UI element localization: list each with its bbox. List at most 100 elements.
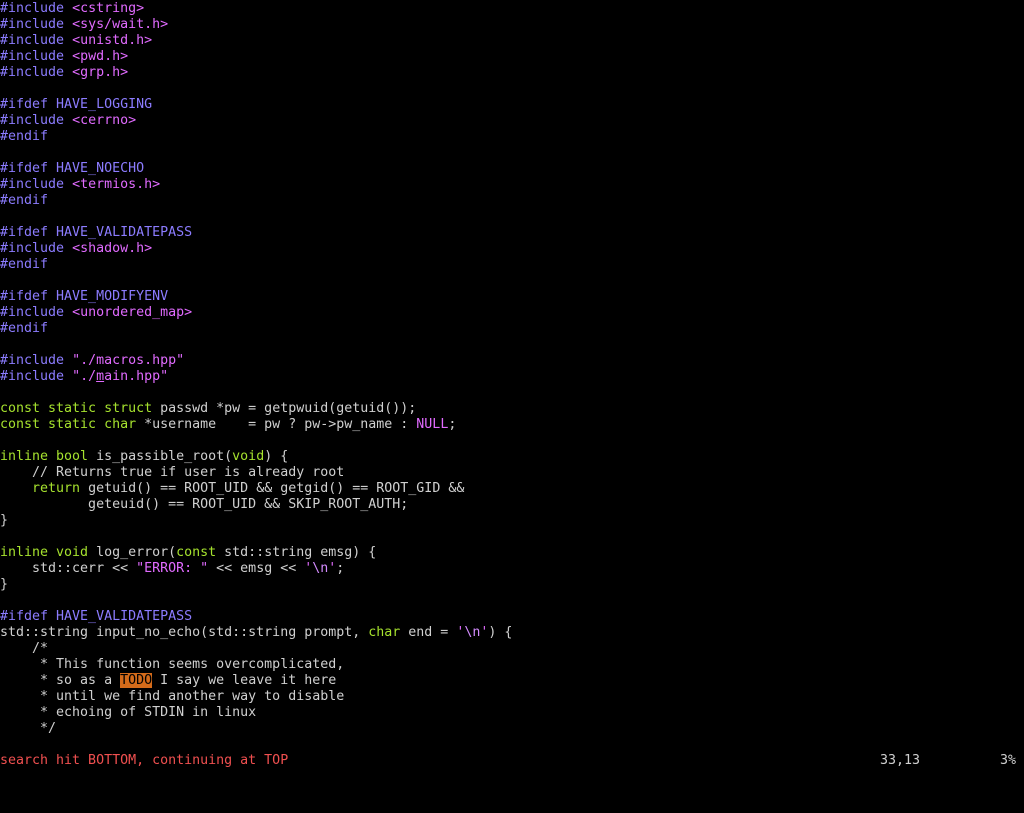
- code-line[interactable]: [0, 81, 1024, 97]
- code-line[interactable]: inline bool is_passible_root(void) {: [0, 449, 1024, 465]
- preprocessor-token: #ifdef HAVE_LOGGING: [0, 97, 153, 112]
- code-line[interactable]: * so as a TODO I say we leave it here: [0, 673, 1024, 689]
- code-text: ) {: [488, 625, 513, 640]
- code-line[interactable]: #include <termios.h>: [0, 177, 1024, 193]
- comment-token: */: [0, 721, 57, 736]
- keyword-token: const static char: [0, 417, 137, 432]
- code-line[interactable]: #include <grp.h>: [0, 65, 1024, 81]
- code-line[interactable]: #ifdef HAVE_MODIFYENV: [0, 289, 1024, 305]
- code-line[interactable]: * echoing of STDIN in linux: [0, 705, 1024, 721]
- escape-token: \n: [312, 561, 329, 576]
- status-message: search hit BOTTOM, continuing at TOP: [0, 753, 289, 768]
- preprocessor-token: #include: [0, 33, 73, 48]
- preprocessor-token: #endif: [0, 129, 49, 144]
- code-line[interactable]: return getuid() == ROOT_UID && getgid() …: [0, 481, 1024, 497]
- code-line[interactable]: [0, 433, 1024, 449]
- code-line[interactable]: #endif: [0, 193, 1024, 209]
- keyword-token: const static struct: [0, 401, 153, 416]
- preprocessor-token: #ifdef HAVE_NOECHO: [0, 161, 145, 176]
- preprocessor-token: #include: [0, 305, 73, 320]
- code-line[interactable]: [0, 385, 1024, 401]
- code-line[interactable]: std::cerr << "ERROR: " << emsg << '\n';: [0, 561, 1024, 577]
- status-bar: search hit BOTTOM, continuing at TOP 33,…: [0, 753, 1024, 768]
- string-token: NULL: [416, 417, 449, 432]
- keyword-token: return: [32, 481, 81, 496]
- preprocessor-token: #ifdef HAVE_MODIFYENV: [0, 289, 169, 304]
- code-line[interactable]: #include "./macros.hpp": [0, 353, 1024, 369]
- code-line[interactable]: #include <unordered_map>: [0, 305, 1024, 321]
- code-text: << emsg <<: [208, 561, 305, 576]
- code-editor[interactable]: #include <cstring> #include <sys/wait.h> #…: [0, 1, 1024, 753]
- code-line[interactable]: }: [0, 513, 1024, 529]
- code-line[interactable]: #include "./main.hpp": [0, 369, 1024, 385]
- escape-token: \n: [464, 625, 481, 640]
- string-token: ain.hpp": [104, 369, 169, 384]
- string-token: <shadow.h>: [72, 241, 153, 256]
- code-line[interactable]: [0, 593, 1024, 609]
- scroll-percent: 3%: [999, 753, 1016, 768]
- code-line[interactable]: #include <sys/wait.h>: [0, 17, 1024, 33]
- keyword-token: inline void: [0, 545, 89, 560]
- code-line[interactable]: [0, 209, 1024, 225]
- code-line[interactable]: inline void log_error(const std::string …: [0, 545, 1024, 561]
- code-line[interactable]: * until we find another way to disable: [0, 689, 1024, 705]
- cursor-position: 33,13: [880, 753, 921, 768]
- code-line[interactable]: #include <unistd.h>: [0, 33, 1024, 49]
- preprocessor-token: #endif: [0, 257, 49, 272]
- code-line[interactable]: std::string input_no_echo(std::string pr…: [0, 625, 1024, 641]
- code-line[interactable]: #include <shadow.h>: [0, 241, 1024, 257]
- code-text: ;: [448, 417, 457, 432]
- code-line[interactable]: */: [0, 721, 1024, 737]
- code-line[interactable]: #ifdef HAVE_VALIDATEPASS: [0, 609, 1024, 625]
- string-token: "ERROR: ": [136, 561, 209, 576]
- code-line[interactable]: [0, 273, 1024, 289]
- code-text: log_error(: [88, 545, 177, 560]
- code-text: *username = pw ? pw->pw_name :: [136, 417, 417, 432]
- code-line[interactable]: #ifdef HAVE_LOGGING: [0, 97, 1024, 113]
- code-line[interactable]: #endif: [0, 257, 1024, 273]
- code-line[interactable]: #ifdef HAVE_NOECHO: [0, 161, 1024, 177]
- string-token: "./macros.hpp": [72, 353, 185, 368]
- text-cursor: m: [96, 369, 105, 384]
- string-token: <termios.h>: [72, 177, 161, 192]
- comment-token: /*: [0, 641, 49, 656]
- preprocessor-token: #endif: [0, 193, 49, 208]
- code-text: std::string emsg) {: [216, 545, 377, 560]
- code-line[interactable]: /*: [0, 641, 1024, 657]
- code-line[interactable]: const static struct passwd *pw = getpwui…: [0, 401, 1024, 417]
- code-line[interactable]: [0, 337, 1024, 353]
- code-line[interactable]: * This function seems overcomplicated,: [0, 657, 1024, 673]
- code-line[interactable]: #endif: [0, 321, 1024, 337]
- string-token: <unordered_map>: [72, 305, 193, 320]
- code-line[interactable]: }: [0, 577, 1024, 593]
- code-line[interactable]: [0, 529, 1024, 545]
- preprocessor-token: #ifdef HAVE_VALIDATEPASS: [0, 609, 193, 624]
- code-line[interactable]: #ifdef HAVE_VALIDATEPASS: [0, 225, 1024, 241]
- todo-highlight: TODO: [120, 673, 153, 688]
- preprocessor-token: #include: [0, 241, 73, 256]
- string-token: <cerrno>: [72, 113, 137, 128]
- preprocessor-token: #include: [0, 113, 73, 128]
- code-line[interactable]: #endif: [0, 129, 1024, 145]
- code-line[interactable]: // Returns true if user is already root: [0, 465, 1024, 481]
- string-token: <cstring>: [72, 1, 145, 16]
- code-line[interactable]: [0, 145, 1024, 161]
- code-line[interactable]: #include <cerrno>: [0, 113, 1024, 129]
- code-text: std::string input_no_echo(std::string pr…: [0, 625, 369, 640]
- code-line[interactable]: #include <cstring>: [0, 1, 1024, 17]
- preprocessor-token: #include: [0, 353, 73, 368]
- string-token: <sys/wait.h>: [72, 17, 169, 32]
- code-text: getuid() == ROOT_UID && getgid() == ROOT…: [80, 481, 465, 496]
- comment-token: * so as a: [0, 673, 121, 688]
- string-token: <grp.h>: [72, 65, 129, 80]
- preprocessor-token: #endif: [0, 321, 49, 336]
- preprocessor-token: #include: [0, 369, 73, 384]
- comment-token: // Returns true if user is already root: [0, 465, 345, 480]
- comment-token: * until we find another way to disable: [0, 689, 345, 704]
- code-line[interactable]: const static char *username = pw ? pw->p…: [0, 417, 1024, 433]
- code-line[interactable]: #include <pwd.h>: [0, 49, 1024, 65]
- comment-token: * This function seems overcomplicated,: [0, 657, 345, 672]
- code-text: }: [0, 513, 9, 528]
- code-line[interactable]: geteuid() == ROOT_UID && SKIP_ROOT_AUTH;: [0, 497, 1024, 513]
